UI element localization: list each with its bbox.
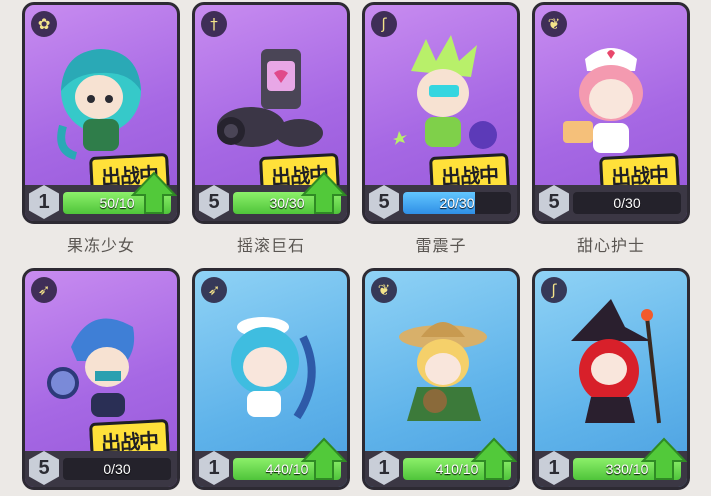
shard-progress-text: 20/30 xyxy=(439,195,475,211)
hero-card-grid: ✿ 出战中 1 50/10 果冻少女 † 出战中 5 30/30 摇滚巨石 ʃ … xyxy=(22,0,702,496)
card-footer: 5 20/30 xyxy=(365,185,517,221)
hero-card-jelly-girl[interactable]: ✿ 出战中 1 50/10 xyxy=(22,2,180,224)
hero-name: 果冻少女 xyxy=(66,236,135,255)
level-badge: 1 xyxy=(369,451,399,485)
shard-progress-bar: 20/30 xyxy=(403,192,511,214)
shark-archer-portrait xyxy=(47,318,135,417)
hero-card-thunder-boy[interactable]: ʃ 出战中 5 20/30 xyxy=(362,2,520,224)
level-badge: 5 xyxy=(29,451,59,485)
upgrade-arrow-icon[interactable] xyxy=(131,171,177,215)
upgrade-arrow-icon[interactable] xyxy=(301,437,347,481)
thunder-boy-portrait xyxy=(393,35,497,149)
hero-card-rock-golem[interactable]: † 出战中 5 30/30 xyxy=(192,2,350,224)
sailor-girl-portrait xyxy=(231,317,316,420)
upgrade-arrow-icon[interactable] xyxy=(641,437,687,481)
level-badge: 1 xyxy=(199,451,229,485)
hero-card-sweet-nurse[interactable]: ❦ 出战中 5 0/30 xyxy=(532,2,690,224)
level-badge: 5 xyxy=(369,185,399,219)
shard-progress-text: 0/30 xyxy=(103,461,131,477)
upgrade-arrow-icon[interactable] xyxy=(301,171,347,215)
hero-name: 摇滚巨石 xyxy=(236,236,305,255)
rock-golem-portrait xyxy=(217,49,323,147)
level-badge: 5 xyxy=(539,185,569,219)
level-badge: 5 xyxy=(199,185,229,219)
hero-card-red-witch[interactable]: ʃ 1 330/10 xyxy=(532,268,690,490)
hero-card-bard[interactable]: ❦ 1 410/10 xyxy=(362,268,520,490)
hero-card-sailor-girl[interactable]: ➶ 1 440/10 xyxy=(192,268,350,490)
card-footer: 5 0/30 xyxy=(535,185,687,221)
level-badge: 1 xyxy=(29,185,59,219)
card-footer: 5 0/30 xyxy=(25,451,177,487)
hero-card-shark-archer[interactable]: ➶ 出战中 5 0/30 xyxy=(22,268,180,490)
jelly-girl-portrait xyxy=(57,49,141,160)
bard-portrait xyxy=(399,322,487,421)
sweet-nurse-portrait xyxy=(563,48,643,153)
shard-progress-text: 0/30 xyxy=(613,195,641,211)
shard-progress-bar: 0/30 xyxy=(573,192,681,214)
level-badge: 1 xyxy=(539,451,569,485)
hero-name: 雷震子 xyxy=(415,236,467,255)
shard-progress-bar: 0/30 xyxy=(63,458,171,480)
upgrade-arrow-icon[interactable] xyxy=(471,437,517,481)
red-witch-portrait xyxy=(571,299,661,424)
hero-name: 甜心护士 xyxy=(576,236,645,255)
